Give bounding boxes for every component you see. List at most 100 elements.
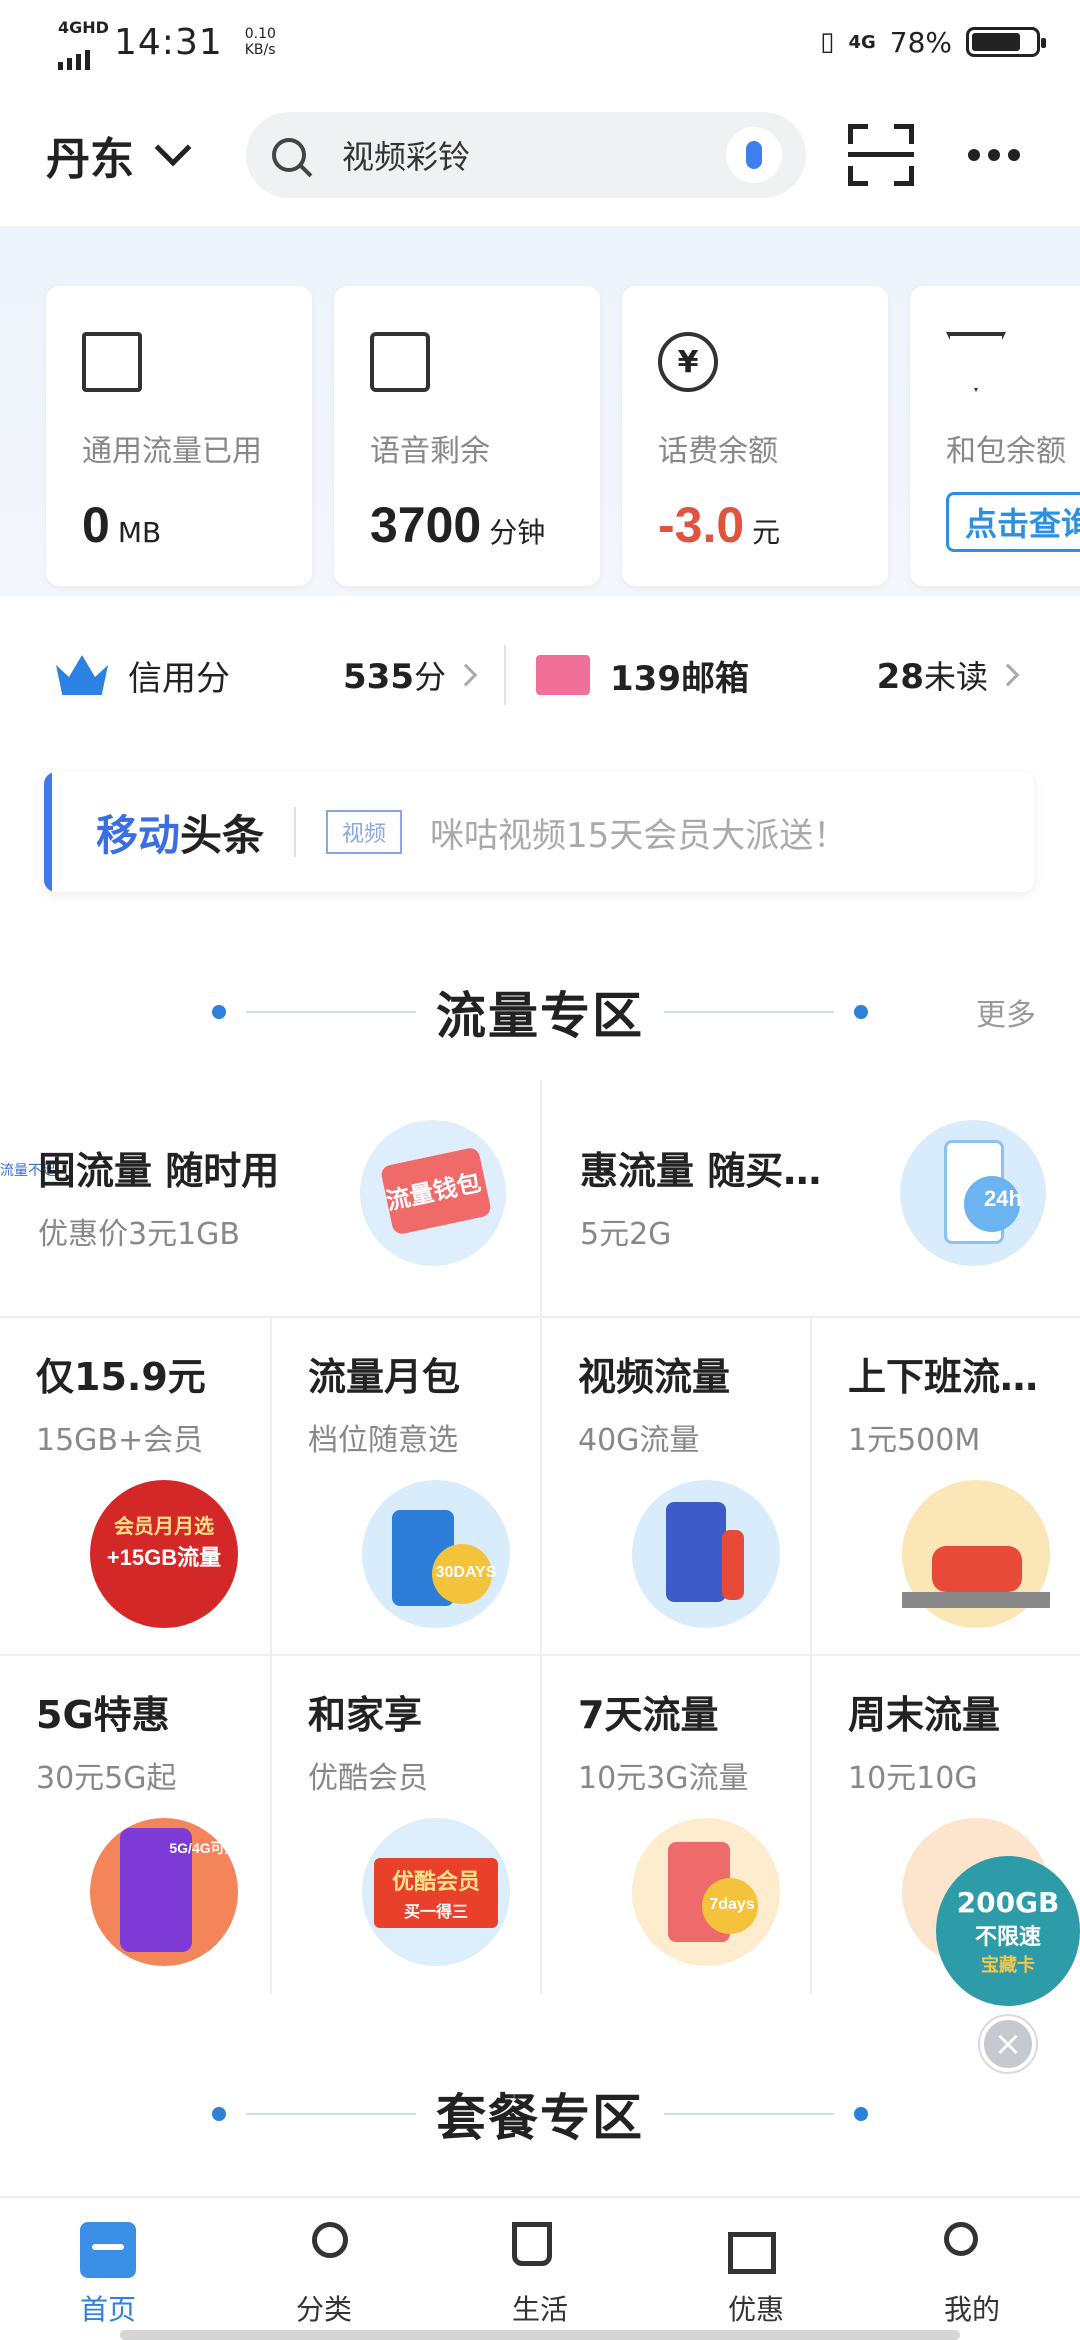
product-subtitle: 档位随意选 [308,1423,458,1458]
promo-line: 200GB [956,1885,1060,1919]
microphone-icon[interactable] [726,127,782,183]
cup-icon [512,2222,552,2266]
product-card[interactable]: 5G特惠 30元5G起 5G/4G可用 [0,1656,270,1994]
news-banner[interactable]: 移动头条 视频 咪咕视频15天会员大派送！ [44,772,1034,892]
image-text: +15GB流量 [106,1545,222,1570]
section-title: 流量专区 [436,987,644,1045]
close-icon[interactable]: × [980,2016,1036,2072]
wallet-image: 流量钱包 [360,1120,506,1266]
wallet-balance-card[interactable]: 和包余额 点击查询 [910,286,1080,586]
credit-score-item[interactable]: 信用分 535分 [56,645,536,705]
product-row: 仅15.9元 15GB+会员 会员月月选 +15GB流量 流量月包 档位随意选 … [0,1316,1080,1656]
chevron-down-icon [154,129,192,167]
net-speed: 0.10 KB/s [245,26,276,58]
news-tag: 视频 [326,810,403,854]
net-speed-unit: KB/s [244,42,276,58]
card-unit: MB [117,516,162,549]
query-button[interactable]: 点击查询 [946,492,1080,552]
product-card[interactable]: 囤流量 随时用 优惠价3元1GB 流量钱包 [0,1080,540,1316]
top-header: 丹东 视频彩铃 [0,100,1080,210]
credit-unit: 分 [413,658,446,696]
product-card[interactable]: 流量月包 档位随意选 30DAYS [270,1318,540,1656]
data-network-label: 4G [848,31,876,53]
net-speed-value: 0.10 [244,26,276,42]
phone-icon [370,332,430,392]
credit-value: 535 [343,657,414,697]
product-title: 流量月包 [308,1355,461,1399]
data-usage-card[interactable]: 通用流量已用 0 MB [46,286,312,586]
more-link[interactable]: 更多 [976,990,1036,1034]
nav-label: 首页 [79,2293,136,2326]
product-card[interactable]: 仅15.9元 15GB+会员 会员月月选 +15GB流量 [0,1318,270,1656]
product-card[interactable]: 7天流量 10元3G流量 7days [540,1656,810,1994]
yuan-icon: ¥ [658,332,718,392]
divider [664,2113,834,2115]
product-subtitle: 10元3G流量 [578,1761,749,1796]
featured-row: 囤流量 随时用 优惠价3元1GB 流量钱包 惠流量 随买… 5元2G 24h [0,1080,1080,1316]
card-label: 话费余额 [658,434,778,469]
chevron-right-icon [996,663,1020,687]
nav-offers[interactable]: 优惠 [648,2198,864,2340]
image-text: 24h [984,1186,1022,1211]
mail-value: 28 [876,657,924,697]
image-text: 7days [709,1896,755,1913]
credit-row: 信用分 535分 139邮箱 28未读 [56,640,1046,710]
dot-icon [854,1005,868,1019]
card-value: 3700 [370,497,482,553]
home-indicator[interactable] [120,2330,960,2340]
more-icon[interactable] [968,149,1020,161]
promo-floating-badge[interactable]: 200GB 不限速 宝藏卡 [936,1856,1080,2006]
dot-icon [212,2107,226,2121]
city-name: 丹东 [46,134,134,185]
image-text: 会员月月选 [114,1516,214,1538]
voice-remaining-card[interactable]: 语音剩余 3700 分钟 [334,286,600,586]
nav-me[interactable]: 我的 [864,2198,1080,2340]
card-unit: 元 [752,516,781,549]
product-subtitle: 30元5G起 [36,1761,177,1796]
product-subtitle: 优酷会员 [308,1761,428,1796]
phone-24h-image: 24h [900,1120,1046,1266]
dot-icon [854,2107,868,2121]
search-icon [272,138,306,172]
balance-card[interactable]: ¥ 话费余额 -3.0 元 [622,286,888,586]
member-image: 会员月月选 +15GB流量 [90,1480,238,1628]
dot-icon [212,1005,226,1019]
news-accent [44,772,52,892]
card-unit: 分钟 [489,516,546,549]
nav-life[interactable]: 生活 [432,2198,648,2340]
bottom-nav: 首页 分类 生活 优惠 我的 [0,2196,1080,2340]
mailbox-item[interactable]: 139邮箱 28未读 [536,651,1020,700]
divider [504,645,506,705]
5g-image: 5G/4G可用 [90,1818,239,1966]
product-row: 5G特惠 30元5G起 5G/4G可用 和家享 优酷会员 优酷会员 买一得三 7… [0,1654,1080,1994]
account-cards: 通用流量已用 0 MB 语音剩余 3700 分钟 ¥ 话费余额 -3.0 元 和包余额… [46,286,1080,586]
search-input[interactable]: 视频彩铃 [342,132,726,178]
video-image [632,1480,780,1628]
scan-icon[interactable] [848,124,914,186]
image-text: 买一得三 [403,1904,468,1921]
product-card[interactable]: 视频流量 40G流量 [540,1318,810,1656]
youku-image: 优酷会员 买一得三 [362,1818,510,1966]
product-title: 7天流量 [578,1693,719,1737]
city-selector[interactable]: 丹东 [46,123,246,187]
product-title: 5G特惠 [36,1693,170,1737]
nav-label: 生活 [511,2293,568,2326]
card-value: 0 [82,497,110,553]
nav-category[interactable]: 分类 [216,2198,432,2340]
product-title: 上下班流… [848,1355,1039,1399]
product-card[interactable]: 上下班流… 1元500M [810,1318,1080,1656]
section-title: 套餐专区 [436,2089,644,2147]
product-card[interactable]: 惠流量 随买… 5元2G 24h [540,1080,1080,1316]
nav-label: 优惠 [727,2293,784,2326]
nav-label: 分类 [295,2293,352,2326]
section-heading-plan: 套餐专区 [0,2074,1080,2154]
image-text: 30DAYS [435,1564,497,1581]
status-bar: 4GHD 14:31 0.10 KB/s ▯ 4G 78% [0,0,1080,84]
category-icon [312,2222,348,2258]
clock: 14:31 [114,21,223,63]
user-icon [944,2222,978,2256]
product-card[interactable]: 和家享 优酷会员 优酷会员 买一得三 [270,1656,540,1994]
nav-home[interactable]: 首页 [0,2198,216,2340]
chevron-right-icon [454,663,478,687]
search-bar[interactable]: 视频彩铃 [246,112,806,198]
